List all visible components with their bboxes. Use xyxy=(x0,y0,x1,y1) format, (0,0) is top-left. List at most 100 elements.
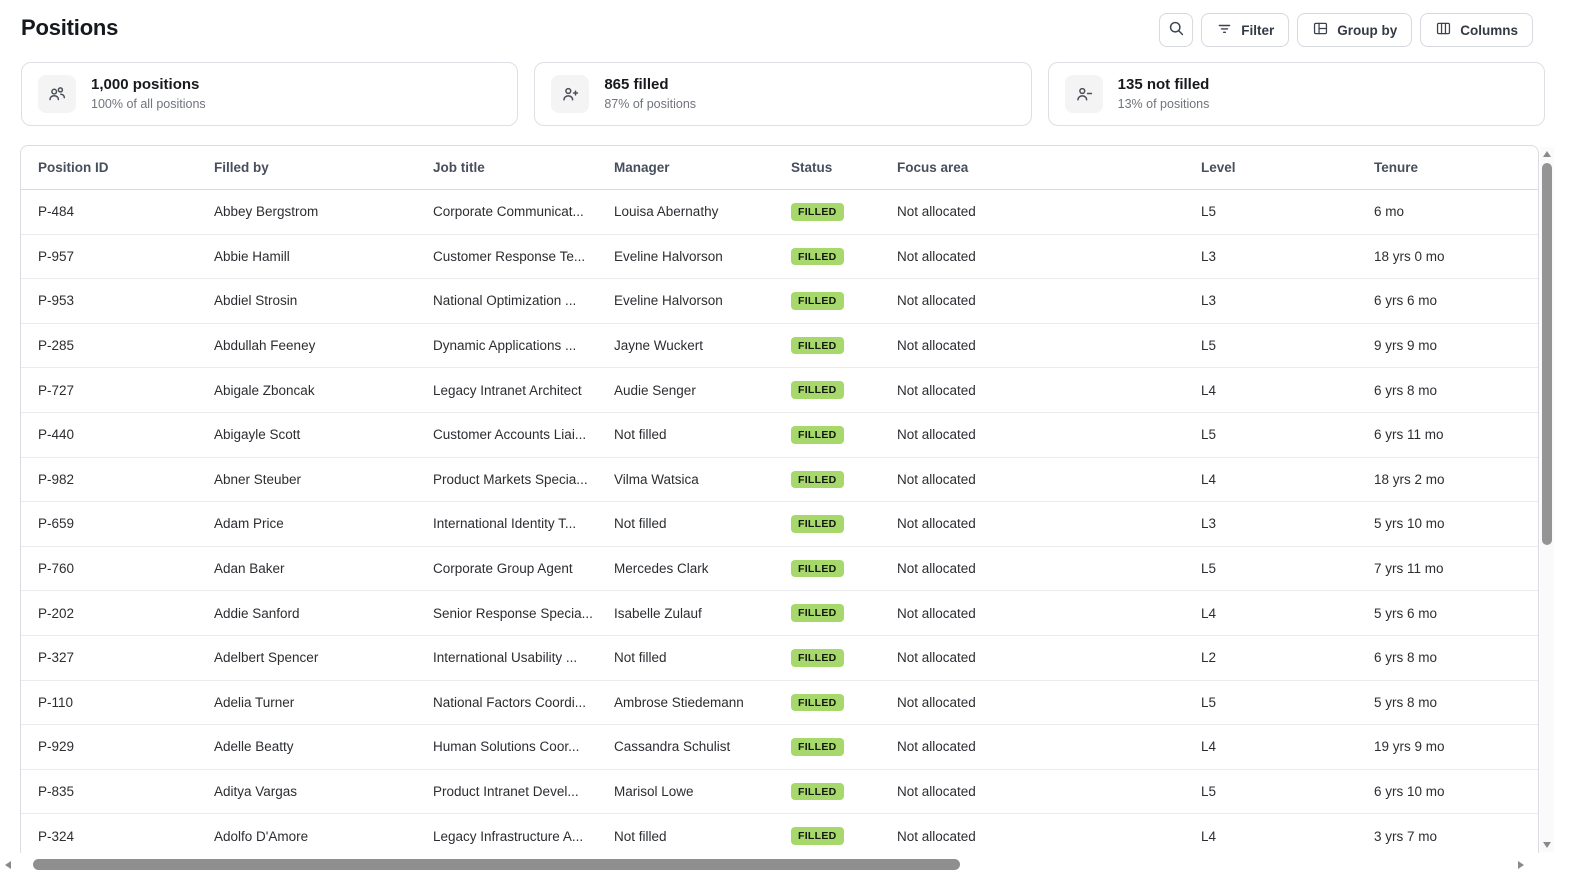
horizontal-scrollbar[interactable] xyxy=(0,858,1579,871)
table-row[interactable]: P-953 Abdiel Strosin National Optimizati… xyxy=(21,279,1538,324)
stat-subtitle: 100% of all positions xyxy=(91,96,206,111)
table-row[interactable]: P-327 Adelbert Spencer International Usa… xyxy=(21,636,1538,681)
stat-card-text: 1,000 positions 100% of all positions xyxy=(91,76,206,112)
status-badge: FILLED xyxy=(791,381,844,399)
cell-focus-area: Not allocated xyxy=(897,471,976,487)
cell-level: L5 xyxy=(1201,561,1217,577)
cell-status: FILLED xyxy=(774,425,880,444)
cell-manager: Not filled xyxy=(614,427,667,443)
cell-level: L5 xyxy=(1201,204,1217,220)
cell-position-id: P-929 xyxy=(38,739,75,755)
column-header-status[interactable]: Status xyxy=(774,160,880,175)
cell-status: FILLED xyxy=(774,470,880,489)
cell-level: L5 xyxy=(1201,338,1217,354)
cell-focus-area: Not allocated xyxy=(897,694,976,710)
cell-job-title: Corporate Communicat... xyxy=(433,204,584,220)
column-header-filled-by[interactable]: Filled by xyxy=(197,160,416,175)
table-header-row: Position ID Filled by Job title Manager … xyxy=(21,146,1538,190)
table-row[interactable]: P-727 Abigale Zboncak Legacy Intranet Ar… xyxy=(21,368,1538,413)
cell-tenure: 3 yrs 7 mo xyxy=(1374,828,1438,844)
table-row[interactable]: P-982 Abner Steuber Product Markets Spec… xyxy=(21,458,1538,503)
cell-level: L4 xyxy=(1201,605,1217,621)
scroll-up-arrow-icon[interactable] xyxy=(1543,151,1551,157)
table-row[interactable]: P-929 Adelle Beatty Human Solutions Coor… xyxy=(21,725,1538,770)
column-header-position-id[interactable]: Position ID xyxy=(21,160,197,175)
cell-position-id: P-760 xyxy=(38,561,75,577)
column-header-level[interactable]: Level xyxy=(1184,160,1357,175)
table-row[interactable]: P-285 Abdullah Feeney Dynamic Applicatio… xyxy=(21,324,1538,369)
cell-tenure: 6 yrs 8 mo xyxy=(1374,382,1438,398)
cell-tenure: 18 yrs 0 mo xyxy=(1374,248,1445,264)
stat-card-text: 865 filled 87% of positions xyxy=(604,76,696,112)
stat-title: 865 filled xyxy=(604,76,669,93)
filter-button[interactable]: Filter xyxy=(1201,13,1290,47)
table-row[interactable]: P-110 Adelia Turner National Factors Coo… xyxy=(21,681,1538,726)
cell-job-title: Dynamic Applications ... xyxy=(433,338,577,354)
table-row[interactable]: P-760 Adan Baker Corporate Group Agent M… xyxy=(21,547,1538,592)
cell-focus-area: Not allocated xyxy=(897,739,976,755)
group-by-button[interactable]: Group by xyxy=(1297,13,1413,47)
cell-status: FILLED xyxy=(774,738,880,756)
vertical-scrollbar-thumb[interactable] xyxy=(1542,163,1552,545)
cell-focus-area: Not allocated xyxy=(897,204,976,220)
horizontal-scrollbar-thumb[interactable] xyxy=(33,859,960,870)
stat-card-text: 135 not filled 13% of positions xyxy=(1118,76,1210,112)
column-header-job-title[interactable]: Job title xyxy=(416,160,597,175)
cell-filled-by: Abdiel Strosin xyxy=(214,293,298,309)
cell-manager: Not filled xyxy=(614,828,667,844)
cell-filled-by: Abbie Hamill xyxy=(214,248,290,264)
stat-title: 135 not filled xyxy=(1117,76,1210,93)
column-header-manager[interactable]: Manager xyxy=(597,160,774,175)
cell-position-id: P-982 xyxy=(38,471,75,487)
cell-filled-by: Adelia Turner xyxy=(214,694,295,710)
cell-focus-area: Not allocated xyxy=(897,248,976,264)
cell-level: L4 xyxy=(1201,828,1217,844)
table-row[interactable]: P-440 Abigayle Scott Customer Accounts L… xyxy=(21,413,1538,458)
cell-job-title: Product Markets Specia... xyxy=(433,471,588,487)
scroll-down-arrow-icon[interactable] xyxy=(1543,842,1551,848)
stats-row: 1,000 positions 100% of all positions 86… xyxy=(21,62,1545,126)
toolbar: Filter Group by Columns xyxy=(1159,13,1533,47)
cell-level: L2 xyxy=(1201,650,1217,666)
search-button[interactable] xyxy=(1159,13,1194,47)
vertical-scrollbar[interactable] xyxy=(1540,147,1554,852)
table-body: P-484 Abbey Bergstrom Corporate Communic… xyxy=(21,190,1538,853)
status-badge: FILLED xyxy=(791,515,844,533)
table-row[interactable]: P-835 Aditya Vargas Product Intranet Dev… xyxy=(21,770,1538,815)
scroll-right-arrow-icon[interactable] xyxy=(1518,861,1524,869)
cell-job-title: National Optimization ... xyxy=(433,293,577,309)
cell-job-title: Product Intranet Devel... xyxy=(433,784,579,800)
cell-manager: Vilma Watsica xyxy=(614,471,699,487)
cell-focus-area: Not allocated xyxy=(897,338,976,354)
table-row[interactable]: P-484 Abbey Bergstrom Corporate Communic… xyxy=(21,190,1538,235)
cell-job-title: Customer Accounts Liai... xyxy=(433,427,587,443)
columns-icon xyxy=(1435,20,1452,40)
cell-status: FILLED xyxy=(774,604,880,622)
cell-position-id: P-202 xyxy=(38,605,75,621)
cell-tenure: 5 yrs 6 mo xyxy=(1374,605,1438,621)
table-row[interactable]: P-324 Adolfo D'Amore Legacy Infrastructu… xyxy=(21,814,1538,853)
cell-job-title: Corporate Group Agent xyxy=(433,561,573,577)
cell-level: L5 xyxy=(1201,784,1217,800)
page-title: Positions xyxy=(21,15,119,40)
cell-position-id: P-659 xyxy=(38,516,75,532)
table-row[interactable]: P-957 Abbie Hamill Customer Response Te.… xyxy=(21,235,1538,280)
column-header-tenure[interactable]: Tenure xyxy=(1357,160,1538,175)
cell-tenure: 6 mo xyxy=(1374,204,1405,220)
search-icon xyxy=(1168,20,1185,40)
column-header-focus-area[interactable]: Focus area xyxy=(880,160,1184,175)
scroll-left-arrow-icon[interactable] xyxy=(5,861,11,869)
cell-status: FILLED xyxy=(774,247,880,266)
table-row[interactable]: P-202 Addie Sanford Senior Response Spec… xyxy=(21,591,1538,636)
cell-tenure: 6 yrs 8 mo xyxy=(1374,650,1438,666)
cell-level: L4 xyxy=(1201,739,1217,755)
cell-manager: Audie Senger xyxy=(614,382,696,398)
stat-subtitle: 87% of positions xyxy=(604,96,697,111)
cell-filled-by: Addie Sanford xyxy=(214,605,300,621)
cell-filled-by: Aditya Vargas xyxy=(214,784,298,800)
status-badge: FILLED xyxy=(791,203,844,221)
table-row[interactable]: P-659 Adam Price International Identity … xyxy=(21,502,1538,547)
columns-button[interactable]: Columns xyxy=(1420,13,1533,47)
status-badge: FILLED xyxy=(791,247,844,266)
status-badge: FILLED xyxy=(791,827,844,845)
